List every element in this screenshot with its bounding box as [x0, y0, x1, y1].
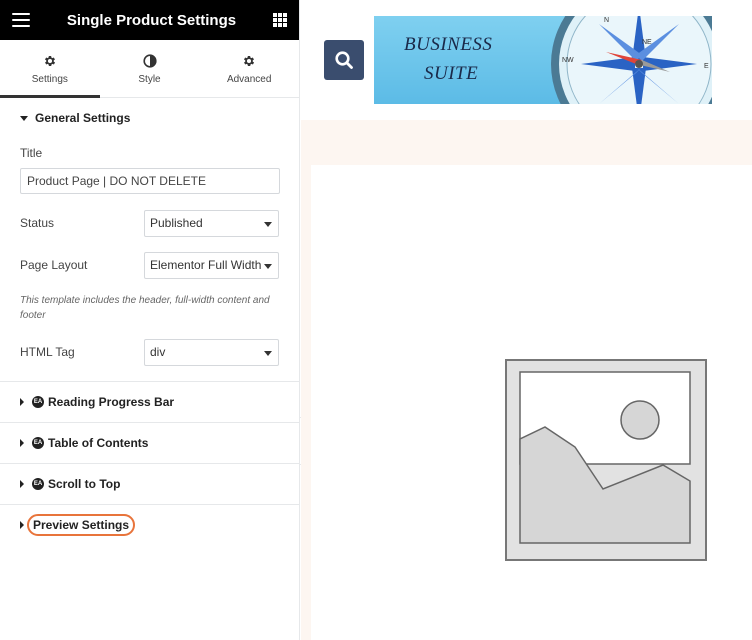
html-tag-value: div	[150, 345, 166, 359]
html-tag-label: HTML Tag	[20, 345, 75, 359]
section-label: Reading Progress Bar	[48, 395, 175, 409]
svg-text:N: N	[604, 17, 609, 24]
page-layout-label: Page Layout	[20, 258, 88, 272]
search-button[interactable]	[324, 40, 364, 80]
compass-icon: N NW NE E	[551, 16, 712, 104]
dropdown-arrow-icon	[264, 221, 272, 227]
section-table-of-contents[interactable]: EA Table of Contents	[0, 423, 299, 463]
panel-title: Single Product Settings	[66, 11, 237, 29]
caret-right-icon	[20, 521, 24, 529]
search-icon	[335, 51, 353, 69]
apps-grid-icon[interactable]	[273, 13, 287, 27]
status-select[interactable]: Published	[144, 209, 279, 237]
section-label: Scroll to Top	[48, 477, 121, 491]
tab-settings-label: Settings	[31, 73, 68, 85]
caret-right-icon	[20, 480, 24, 488]
ea-badge-icon: EA	[32, 396, 44, 408]
hamburger-menu-icon[interactable]	[12, 13, 30, 27]
general-settings-header[interactable]: General Settings	[0, 98, 299, 138]
site-header: N NW NE E BUSINESS SUITE	[301, 0, 752, 120]
page-layout-row: Page Layout Elementor Full Width	[0, 251, 299, 279]
title-label: Title	[20, 146, 43, 160]
caret-right-icon	[20, 439, 24, 447]
tab-advanced[interactable]: Advanced	[199, 40, 299, 97]
page-layout-description: This template includes the header, full-…	[20, 295, 270, 321]
status-row: Status Published	[0, 209, 299, 237]
tab-style-label: Style	[138, 73, 161, 85]
status-label: Status	[20, 216, 55, 230]
page-layout-select[interactable]: Elementor Full Width	[144, 251, 279, 279]
logo-text-suite: SUITE	[424, 63, 479, 84]
section-preview-settings[interactable]: Preview Settings	[0, 505, 299, 545]
product-content-area	[311, 165, 752, 640]
page-layout-value: Elementor Full Width	[150, 258, 262, 272]
svg-text:NE: NE	[642, 39, 652, 46]
gear-icon	[242, 53, 256, 69]
tab-style[interactable]: Style	[100, 40, 200, 97]
preview-settings-highlight[interactable]: Preview Settings	[27, 514, 136, 536]
preview-canvas: N NW NE E BUSINESS SUITE	[301, 0, 752, 640]
section-label: Preview Settings	[33, 518, 130, 532]
business-suite-logo: N NW NE E BUSINESS SUITE	[374, 16, 712, 104]
tab-settings[interactable]: Settings	[0, 40, 100, 98]
svg-text:E: E	[704, 63, 709, 70]
half-circle-icon	[142, 53, 157, 69]
ea-badge-icon: EA	[32, 478, 44, 490]
general-settings-title: General Settings	[35, 111, 131, 125]
title-input[interactable]	[20, 168, 280, 194]
dropdown-arrow-icon	[264, 350, 272, 356]
section-label: Table of Contents	[48, 436, 149, 450]
caret-down-icon	[20, 115, 28, 121]
panel-header: Single Product Settings	[0, 0, 299, 40]
status-value: Published	[150, 216, 203, 230]
section-reading-progress-bar[interactable]: EA Reading Progress Bar	[0, 382, 299, 422]
image-placeholder-icon	[503, 357, 709, 563]
section-scroll-to-top[interactable]: EA Scroll to Top	[0, 464, 299, 504]
dropdown-arrow-icon	[264, 263, 272, 269]
html-tag-row: HTML Tag div	[0, 338, 299, 366]
tab-advanced-label: Advanced	[226, 73, 272, 85]
ea-badge-icon: EA	[32, 437, 44, 449]
html-tag-select[interactable]: div	[144, 338, 279, 366]
caret-right-icon	[20, 398, 24, 406]
logo-text-business: BUSINESS	[404, 34, 493, 55]
gear-icon	[43, 53, 57, 69]
editor-panel: Single Product Settings Settings Style A…	[0, 0, 300, 640]
panel-tabs: Settings Style Advanced	[0, 40, 299, 98]
svg-text:NW: NW	[562, 57, 574, 64]
